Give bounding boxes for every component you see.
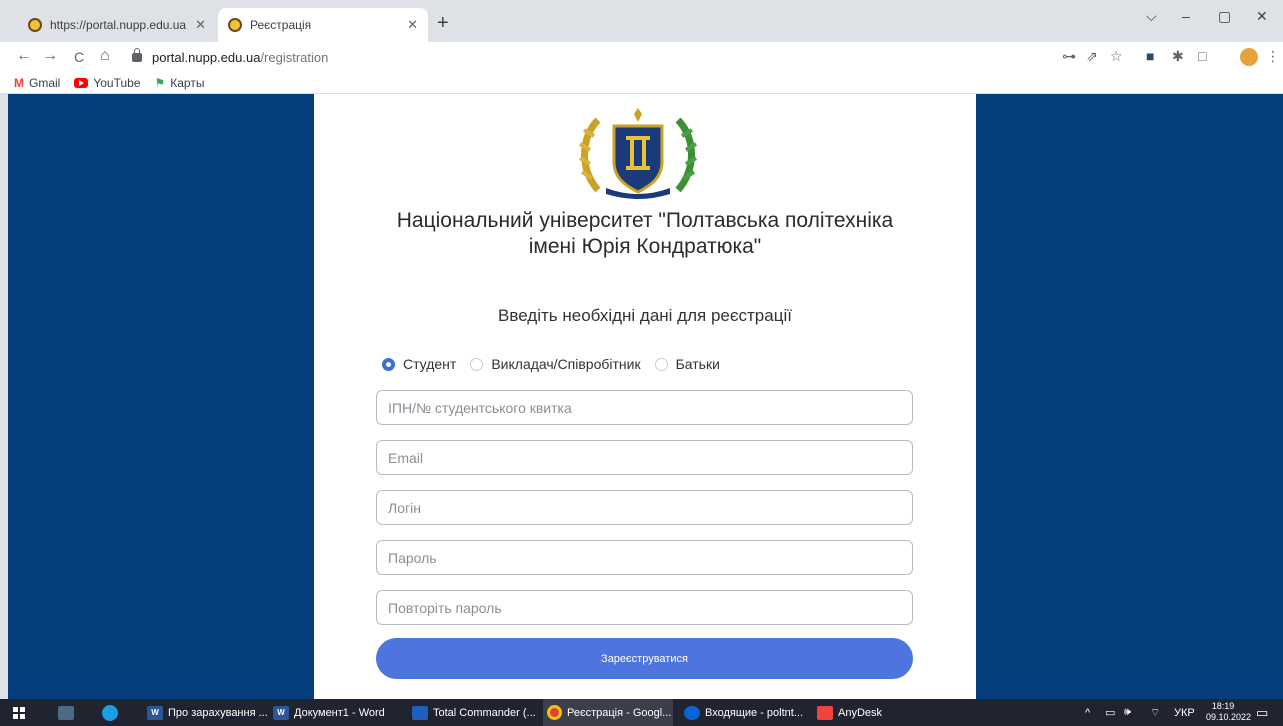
bookmark-gmail[interactable]: M Gmail — [14, 76, 60, 90]
register-button[interactable]: Зареєструватися — [376, 638, 913, 679]
back-arrow-icon[interactable]: ← — [16, 47, 32, 65]
clock-time: 18:19 — [1211, 701, 1235, 711]
anydesk-icon — [817, 705, 833, 720]
battery-icon: ▭ — [1105, 707, 1116, 719]
bookmark-label: Карты — [170, 75, 205, 90]
password-key-icon[interactable]: ⊶ — [1062, 48, 1076, 65]
bookmark-star-icon[interactable]: ☆ — [1110, 48, 1123, 65]
share-icon[interactable]: ⇗ — [1086, 48, 1098, 65]
bookmark-maps[interactable]: ⚑ Карты — [155, 76, 205, 90]
taskbar-item-word-doc[interactable]: W Про зарахування ... — [147, 699, 268, 726]
role-teacher[interactable]: Викладач/Співробітник — [470, 356, 641, 372]
profile-avatar[interactable] — [1240, 48, 1258, 66]
windows-taskbar: W Про зарахування ... W Документ1 - Word… — [0, 699, 1283, 726]
menu-kebab-icon[interactable]: ⋮ — [1266, 48, 1280, 65]
university-favicon-icon — [228, 18, 242, 32]
university-name: Національний університет "Полтавська пол… — [314, 208, 976, 260]
taskbar-label: Total Commander (... — [433, 706, 536, 719]
language-indicator[interactable]: УКР — [1174, 699, 1195, 726]
role-radio-group: Студент Викладач/Співробітник Батьки — [382, 356, 734, 372]
taskbar-label: Документ1 - Word — [294, 706, 385, 719]
calculator-icon — [58, 705, 74, 720]
role-student[interactable]: Студент — [382, 356, 456, 372]
taskbar-item-word-document1[interactable]: W Документ1 - Word — [273, 699, 391, 726]
radio-button[interactable] — [382, 357, 395, 371]
gmail-icon: M — [14, 75, 24, 90]
registration-card: Національний університет "Полтавська пол… — [314, 94, 976, 699]
taskbar-item-mail[interactable]: Входящие - poltnt... — [684, 699, 808, 726]
chrome-icon — [547, 705, 562, 720]
bookmarks-bar: M Gmail YouTube ⚑ Карты — [0, 72, 1283, 94]
youtube-icon — [74, 77, 89, 88]
side-panel-icon[interactable]: □ — [1198, 48, 1206, 64]
page-viewport: Національний університет "Полтавська пол… — [8, 94, 1283, 699]
bookmark-youtube[interactable]: YouTube — [74, 75, 141, 90]
clock-date: 09.10.2022 — [1206, 712, 1252, 722]
browser-toolbar: ← → C ⌂ portal.nupp.edu.ua/registration … — [0, 42, 1283, 72]
taskbar-label: Реєстрація - Googl... — [567, 706, 672, 719]
role-label: Студент — [403, 356, 457, 372]
extensions-puzzle-icon[interactable]: ✱ — [1172, 48, 1184, 65]
taskbar-label: Входящие - poltnt... — [705, 706, 804, 719]
role-parents[interactable]: Батьки — [654, 356, 720, 372]
university-logo-icon — [578, 108, 698, 199]
tab-close-icon[interactable]: ✕ — [407, 17, 418, 33]
tab-close-icon[interactable]: ✕ — [195, 17, 206, 33]
maps-icon: ⚑ — [154, 75, 166, 90]
edge-app[interactable] — [102, 699, 123, 726]
bookmark-label: Gmail — [29, 75, 61, 90]
bookmark-label: YouTube — [93, 75, 141, 90]
taskbar-label: Про зарахування ... — [168, 706, 268, 719]
extension-icon[interactable]: ■ — [1146, 48, 1154, 64]
tab-title: https://portal.nupp.edu.ua — [50, 18, 187, 32]
reload-icon[interactable]: C — [74, 49, 84, 65]
role-label: Викладач/Співробітник — [491, 356, 641, 372]
system-clock[interactable]: 18:19 09.10.2022 — [1206, 701, 1252, 723]
lock-icon — [132, 47, 142, 62]
volume-icon[interactable]: 🕪 — [1124, 699, 1131, 726]
password-input[interactable] — [376, 540, 913, 575]
tab-registration[interactable]: Реєстрація ✕ — [218, 8, 428, 42]
new-tab-button[interactable]: + — [437, 12, 449, 35]
tab-portal[interactable]: https://portal.nupp.edu.ua ✕ — [18, 8, 216, 42]
tray-chevron-icon[interactable]: ^ — [1085, 699, 1090, 726]
edge-icon — [102, 704, 118, 721]
tab-search-icon[interactable]: ⌵ — [1146, 8, 1157, 25]
radio-button[interactable] — [470, 357, 484, 371]
taskbar-item-anydesk[interactable]: AnyDesk — [817, 699, 897, 726]
university-name-line2: імені Юрія Кондратюка" — [528, 235, 762, 258]
maximize-button[interactable]: ▢ — [1218, 8, 1231, 25]
login-input[interactable] — [376, 490, 913, 525]
repeat-password-input[interactable] — [376, 590, 913, 625]
mail-icon — [684, 705, 700, 720]
url-host: portal.nupp.edu.ua — [152, 49, 261, 65]
university-favicon-icon — [28, 18, 42, 32]
email-input[interactable] — [376, 440, 913, 475]
university-name-line1: Національний університет "Полтавська пол… — [396, 209, 894, 232]
home-icon[interactable]: ⌂ — [100, 47, 110, 65]
close-window-button[interactable]: ✕ — [1256, 8, 1268, 25]
student-id-input[interactable] — [376, 390, 913, 425]
notifications-icon[interactable]: ▭ — [1256, 699, 1268, 726]
minimize-button[interactable]: – — [1182, 8, 1190, 24]
taskbar-item-chrome[interactable]: Реєстрація - Googl... — [543, 699, 673, 726]
tab-strip: https://portal.nupp.edu.ua ✕ Реєстрація … — [0, 0, 1283, 42]
forward-arrow-icon[interactable]: → — [42, 47, 58, 65]
word-icon: W — [273, 705, 289, 720]
tab-title: Реєстрація — [250, 18, 312, 32]
page-subtitle: Введіть необхідні дані для реєстрації — [498, 306, 792, 325]
radio-button[interactable] — [654, 357, 668, 371]
wifi-icon[interactable]: ⌔ — [1150, 699, 1160, 726]
word-icon: W — [147, 705, 163, 720]
address-bar[interactable]: portal.nupp.edu.ua/registration — [132, 45, 1132, 69]
calculator-app[interactable] — [58, 699, 79, 726]
url-path: /registration — [260, 49, 329, 65]
taskbar-item-total-commander[interactable]: Total Commander (... — [412, 699, 536, 726]
role-label: Батьки — [675, 356, 720, 372]
taskbar-label: AnyDesk — [838, 706, 883, 719]
windows-start-icon[interactable] — [13, 707, 25, 719]
total-commander-icon — [412, 705, 428, 720]
